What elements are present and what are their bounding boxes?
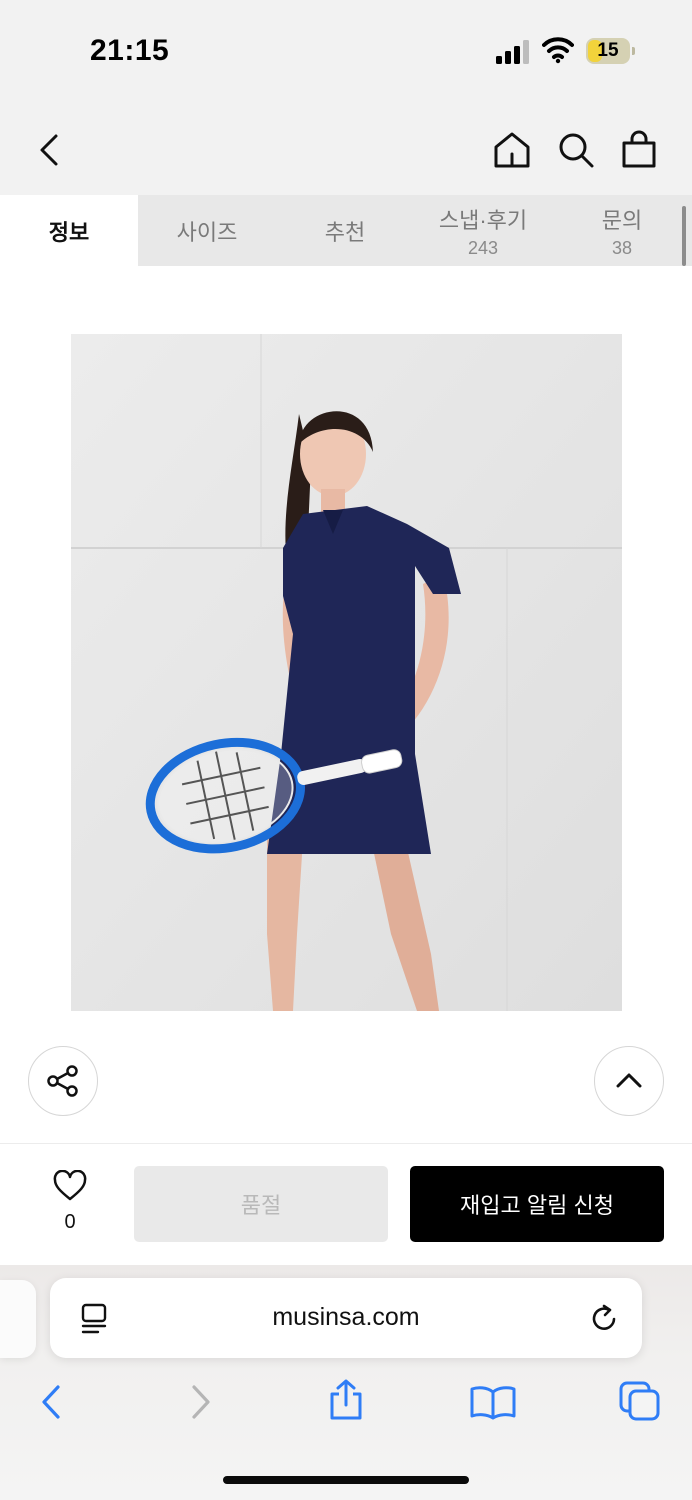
shopping-bag-icon[interactable] [619, 130, 659, 170]
scrollbar[interactable] [682, 206, 686, 266]
back-icon[interactable] [30, 130, 70, 170]
tab-count: 38 [611, 237, 633, 258]
tab-size[interactable]: 사이즈 [138, 195, 276, 266]
tab-recommend[interactable]: 추천 [276, 195, 414, 266]
tab-snap-review[interactable]: 스냅·후기 243 [414, 195, 552, 266]
battery-icon: 15 [586, 38, 636, 66]
home-indicator [223, 1476, 469, 1484]
tab-label: 문의 [601, 207, 643, 233]
url-text[interactable]: musinsa.com [230, 1303, 462, 1332]
tab-count: 243 [467, 237, 499, 258]
like-count: 0 [64, 1211, 76, 1233]
top-nav-bar [0, 100, 692, 195]
scroll-top-button[interactable] [594, 1046, 664, 1116]
tab-label: 정보 [48, 219, 90, 245]
tabs-icon[interactable] [618, 1380, 662, 1422]
tab-label: 사이즈 [176, 219, 238, 245]
chevron-up-icon [616, 1073, 642, 1088]
reload-icon[interactable] [588, 1302, 620, 1334]
share-button[interactable] [28, 1046, 98, 1116]
back-arrow-icon[interactable] [36, 1384, 66, 1420]
share-icon [47, 1065, 78, 1097]
product-tabs: 정보 사이즈 추천 스냅·후기 243 문의 38 [0, 195, 692, 266]
tab-label: 스냅·후기 [438, 207, 528, 233]
forward-arrow-icon[interactable] [186, 1384, 216, 1420]
cellular-signal-icon [496, 40, 529, 64]
soldout-button[interactable]: 품절 [134, 1166, 388, 1242]
previous-tab-card[interactable] [0, 1280, 36, 1358]
home-icon[interactable] [492, 130, 532, 170]
tab-info[interactable]: 정보 [0, 195, 138, 266]
search-icon[interactable] [556, 130, 596, 170]
product-photo [71, 334, 622, 1011]
bookmarks-icon[interactable] [469, 1384, 517, 1420]
status-time: 21:15 [90, 34, 170, 67]
share-sheet-icon[interactable] [326, 1378, 366, 1422]
tab-label: 추천 [324, 219, 366, 245]
heart-icon[interactable] [52, 1170, 88, 1202]
wifi-icon [542, 37, 574, 64]
reader-icon[interactable] [80, 1303, 108, 1335]
tab-inquiry[interactable]: 문의 38 [552, 195, 692, 266]
battery-level: 15 [597, 40, 619, 61]
restock-alert-button[interactable]: 재입고 알림 신청 [410, 1166, 664, 1242]
